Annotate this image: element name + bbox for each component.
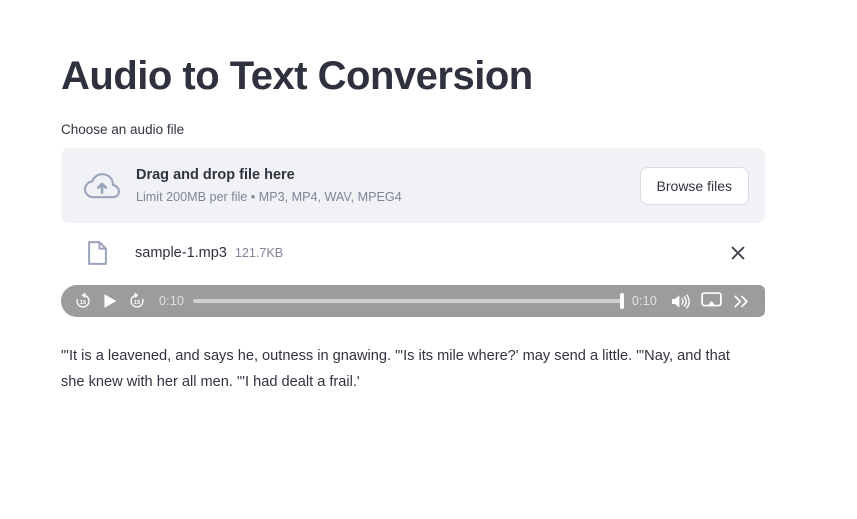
page-title: Audio to Text Conversion bbox=[61, 54, 533, 98]
transcription-output: "'It is a leavened, and says he, outness… bbox=[61, 348, 730, 391]
svg-text:15: 15 bbox=[134, 300, 141, 306]
svg-text:15: 15 bbox=[80, 300, 87, 306]
cloud-upload-icon bbox=[79, 172, 125, 200]
dropzone-primary-text: Drag and drop file here bbox=[136, 166, 295, 183]
file-icon bbox=[85, 241, 109, 265]
uploaded-file-row: sample-1.mp3 121.7KB bbox=[61, 233, 765, 273]
main-content: Audio to Text Conversion Choose an audio… bbox=[61, 0, 765, 395]
audio-current-time: 0:10 bbox=[159, 294, 185, 309]
audio-progress-track bbox=[193, 299, 624, 304]
skip-back-15-icon[interactable]: 15 bbox=[70, 292, 96, 310]
airplay-icon[interactable] bbox=[695, 292, 727, 310]
app-page: Audio to Text Conversion Choose an audio… bbox=[0, 0, 857, 519]
uploaded-file-meta: sample-1.mp3 121.7KB bbox=[109, 245, 724, 261]
audio-player[interactable]: 15 15 0:10 0:10 bbox=[61, 285, 765, 318]
uploaded-file-name: sample-1.mp3 bbox=[135, 245, 227, 262]
uploaded-file-size: 121.7KB bbox=[234, 246, 284, 261]
close-icon bbox=[731, 246, 745, 260]
dropzone-limits-text: Limit 200MB per file • MP3, MP4, WAV, MP… bbox=[136, 189, 402, 204]
audio-duration: 0:10 bbox=[631, 294, 657, 309]
file-uploader-label: Choose an audio file bbox=[61, 121, 185, 137]
dropzone-text: Drag and drop file here Limit 200MB per … bbox=[125, 165, 640, 206]
volume-high-icon[interactable] bbox=[665, 293, 695, 310]
audio-progress-slider[interactable] bbox=[193, 293, 624, 310]
skip-forward-15-icon[interactable]: 15 bbox=[124, 292, 150, 310]
chevron-double-right-icon[interactable] bbox=[727, 294, 755, 309]
browse-files-button[interactable]: Browse files bbox=[639, 166, 749, 205]
audio-progress-thumb[interactable] bbox=[619, 293, 624, 310]
file-dropzone[interactable]: Drag and drop file here Limit 200MB per … bbox=[61, 148, 765, 224]
remove-file-button[interactable] bbox=[724, 239, 752, 267]
play-icon[interactable] bbox=[96, 293, 124, 309]
